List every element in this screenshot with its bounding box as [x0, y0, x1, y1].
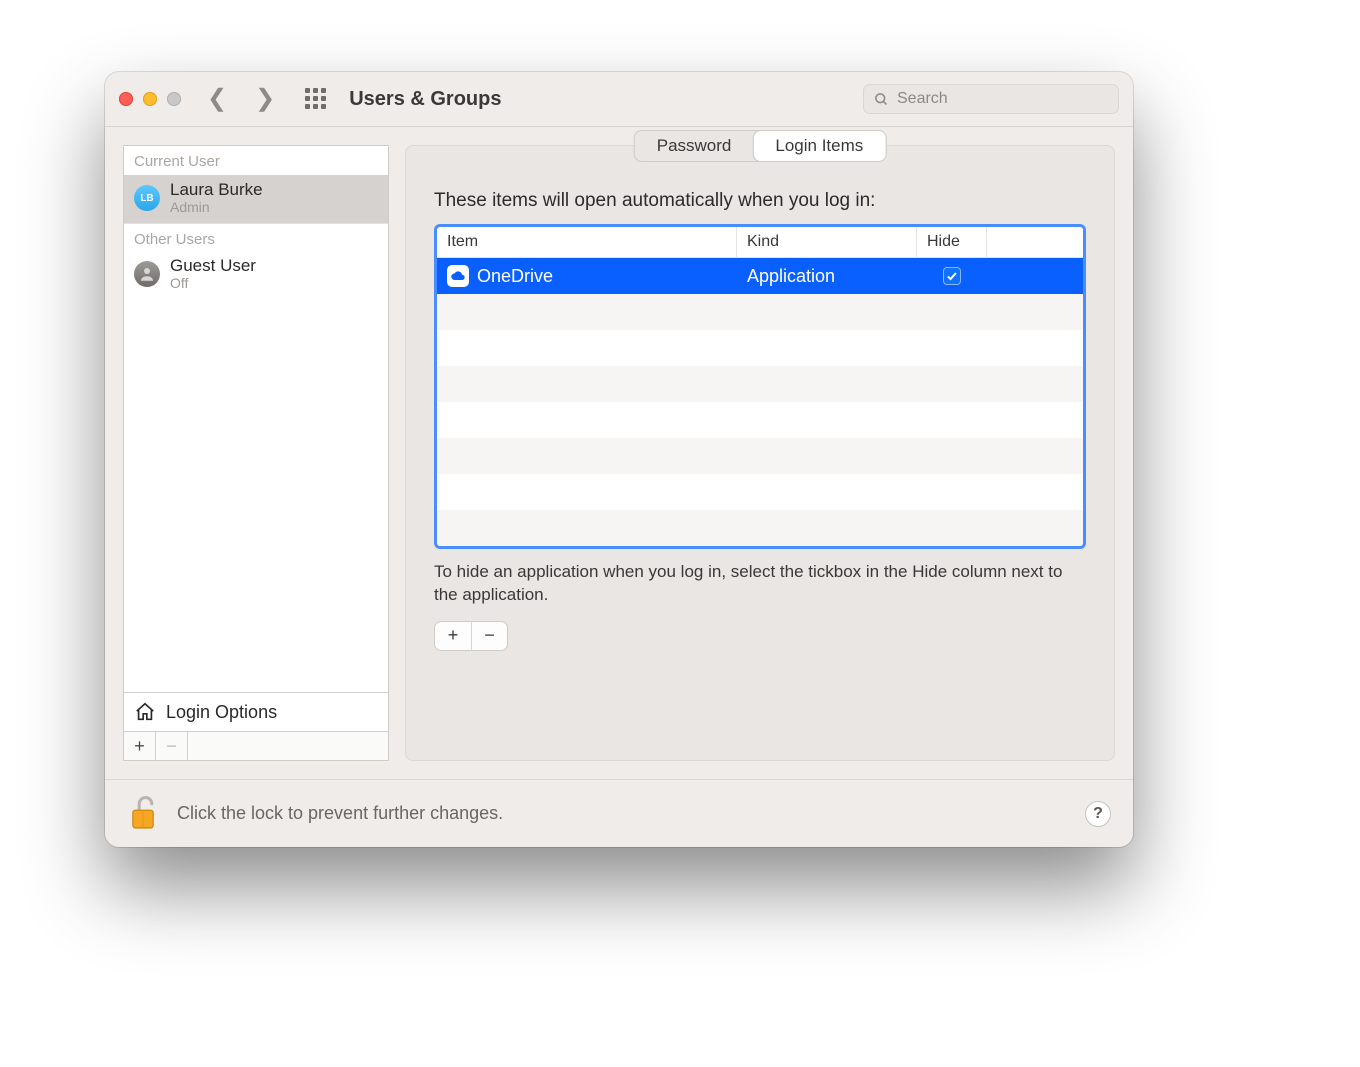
user-name: Laura Burke — [170, 181, 263, 200]
window-footer: Click the lock to prevent further change… — [105, 779, 1133, 847]
sidebar-item-guest-user[interactable]: Guest User Off — [124, 253, 388, 299]
window-body: Current User LB Laura Burke Admin Other … — [105, 127, 1133, 779]
kind-cell: Application — [737, 266, 917, 287]
table-header: Item Kind Hide — [437, 227, 1083, 258]
sidebar-footer: + − — [124, 731, 388, 760]
show-all-prefs-button[interactable] — [305, 88, 327, 110]
house-icon — [134, 701, 156, 723]
remove-login-item-button[interactable]: − — [471, 622, 507, 650]
table-row[interactable]: OneDrive Application — [437, 258, 1083, 294]
empty-row — [437, 474, 1083, 510]
onedrive-icon — [447, 265, 469, 287]
other-users-header: Other Users — [124, 223, 388, 253]
search-icon — [874, 92, 889, 107]
toolbar: ❮ ❯ Users & Groups Search — [105, 72, 1133, 127]
window-title: Users & Groups — [349, 88, 501, 111]
window-controls — [119, 92, 181, 106]
user-role: Admin — [170, 200, 263, 215]
col-item[interactable]: Item — [437, 227, 737, 257]
empty-row — [437, 366, 1083, 402]
login-items-panel: Password Login Items These items will op… — [405, 145, 1115, 761]
remove-user-button[interactable]: − — [156, 732, 188, 760]
user-status: Off — [170, 276, 256, 291]
help-button[interactable]: ? — [1085, 801, 1111, 827]
current-user-header: Current User — [124, 146, 388, 175]
user-name: Guest User — [170, 257, 256, 276]
panel-hint: To hide an application when you log in, … — [434, 561, 1086, 607]
empty-row — [437, 402, 1083, 438]
add-remove-group: + − — [434, 621, 508, 651]
search-input[interactable]: Search — [863, 84, 1119, 114]
zoom-window-button[interactable] — [167, 92, 181, 106]
nav-buttons: ❮ ❯ — [207, 87, 275, 111]
login-options-label: Login Options — [166, 702, 277, 723]
back-button[interactable]: ❮ — [207, 87, 227, 111]
empty-row — [437, 438, 1083, 474]
lock-hint: Click the lock to prevent further change… — [177, 803, 503, 824]
close-window-button[interactable] — [119, 92, 133, 106]
sidebar-item-current-user[interactable]: LB Laura Burke Admin — [124, 175, 388, 223]
item-name: OneDrive — [477, 266, 553, 287]
empty-row — [437, 510, 1083, 546]
avatar: LB — [134, 185, 160, 211]
search-placeholder: Search — [897, 90, 948, 108]
empty-row — [437, 294, 1083, 330]
col-kind[interactable]: Kind — [737, 227, 917, 257]
tab-password[interactable]: Password — [635, 131, 754, 161]
users-sidebar: Current User LB Laura Burke Admin Other … — [123, 145, 389, 761]
preferences-window: ❮ ❯ Users & Groups Search Current User — [105, 72, 1133, 847]
login-items-table[interactable]: Item Kind Hide OneDrive Application — [434, 224, 1086, 549]
add-user-button[interactable]: + — [124, 732, 156, 760]
tabs: Password Login Items — [634, 130, 887, 162]
forward-button[interactable]: ❯ — [255, 87, 275, 111]
hide-cell — [917, 267, 987, 285]
col-hide[interactable]: Hide — [917, 227, 987, 257]
panel-description: These items will open automatically when… — [434, 190, 1086, 212]
item-cell: OneDrive — [437, 265, 737, 287]
tab-login-items[interactable]: Login Items — [753, 131, 885, 161]
empty-row — [437, 330, 1083, 366]
unlocked-lock-icon[interactable] — [127, 795, 159, 833]
login-options-button[interactable]: Login Options — [124, 692, 388, 731]
avatar — [134, 261, 160, 287]
hide-checkbox[interactable] — [943, 267, 961, 285]
minimize-window-button[interactable] — [143, 92, 157, 106]
add-login-item-button[interactable]: + — [435, 622, 471, 650]
